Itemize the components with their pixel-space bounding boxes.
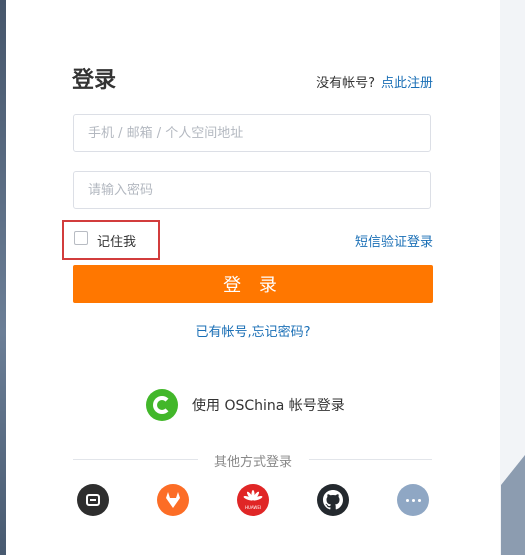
gitlab-icon[interactable] xyxy=(157,484,189,516)
remember-label[interactable]: 记住我 xyxy=(97,231,136,250)
oschina-login[interactable]: 使用 OSChina 帐号登录 xyxy=(146,388,345,422)
login-card: 登录 没有帐号? 点此注册 记住我 短信验证登录 登 录 已有帐号,忘记密码? 使… xyxy=(6,0,500,555)
other-login-label: 其他方式登录 xyxy=(213,455,292,470)
github-icon[interactable] xyxy=(317,484,349,516)
more-icon[interactable] xyxy=(397,484,429,516)
login-button[interactable]: 登 录 xyxy=(73,265,433,303)
forgot-password-link[interactable]: 已有帐号,忘记密码? xyxy=(6,321,500,340)
oschina-login-label: 使用 OSChina 帐号登录 xyxy=(192,398,345,414)
huawei-icon[interactable]: HUAWEI xyxy=(237,484,269,516)
link-icon[interactable] xyxy=(77,484,109,516)
register-link[interactable]: 点此注册 xyxy=(381,76,433,91)
password-input[interactable] xyxy=(73,171,431,209)
divider-right xyxy=(309,459,432,460)
page-title: 登录 xyxy=(72,68,117,93)
huawei-caption: HUAWEI xyxy=(244,505,262,510)
oschina-icon xyxy=(146,389,178,421)
register-prompt: 没有帐号? 点此注册 xyxy=(316,72,433,91)
no-account-text: 没有帐号? xyxy=(316,76,375,91)
username-input[interactable] xyxy=(73,114,431,152)
sms-login-link[interactable]: 短信验证登录 xyxy=(355,231,433,250)
remember-checkbox[interactable] xyxy=(74,231,88,245)
